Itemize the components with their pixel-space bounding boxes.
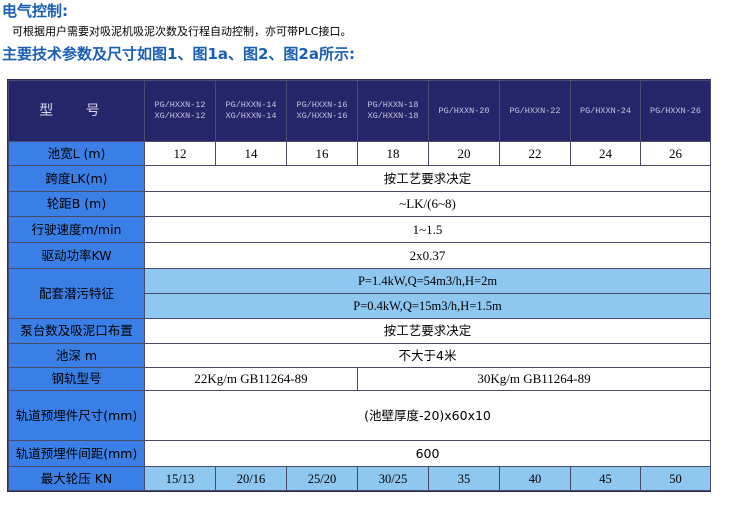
pool-width-value: 26 — [640, 141, 711, 166]
max-wheel-label: 最大轮压 KN — [8, 466, 145, 491]
embed-size-label: 轨道预埋件尺寸(mm) — [8, 390, 145, 441]
model-header-label: 型 号 — [8, 80, 145, 142]
model-cell: PG/HXXN-24 — [570, 80, 641, 142]
pool-depth-label: 池深 m — [8, 343, 145, 368]
pump-value-1: P=1.4kW,Q=54m3/h,H=2m — [144, 268, 711, 294]
model-cell: PG/HXXN-12 XG/HXXN-12 — [144, 80, 216, 142]
pump-value-2: P=0.4kW,Q=15m3/h,H=1.5m — [144, 293, 711, 319]
pool-width-value: 16 — [286, 141, 358, 166]
model-cell: PG/HXXN-18 XG/HXXN-18 — [357, 80, 429, 142]
max-wheel-value: 50 — [640, 466, 711, 491]
max-wheel-value: 45 — [570, 466, 641, 491]
drive-power-row: 驱动功率KW 2x0.37 — [8, 242, 711, 269]
electric-control-heading: 电气控制: — [2, 2, 68, 20]
pump-row-1: 配套潜污特征 P=1.4kW,Q=54m3/h,H=2m — [8, 268, 711, 319]
drive-power-value: 2x0.37 — [144, 242, 711, 269]
spec-table-wrapper: 型 号 PG/HXXN-12 XG/HXXN-12 PG/HXXN-14 XG/HX… — [7, 79, 711, 492]
model-cell: PG/HXXN-22 — [499, 80, 571, 142]
pool-depth-row: 池深 m 不大于4米 — [8, 343, 711, 368]
pump-count-value: 按工艺要求决定 — [144, 318, 711, 344]
pool-width-value: 20 — [428, 141, 500, 166]
max-wheel-value: 30/25 — [357, 466, 429, 491]
spec-table: 型 号 PG/HXXN-12 XG/HXXN-12 PG/HXXN-14 XG/HX… — [8, 80, 711, 491]
model-cell: PG/HXXN-14 XG/HXXN-14 — [215, 80, 287, 142]
pool-width-value: 24 — [570, 141, 641, 166]
pool-width-label: 池宽L (m) — [8, 141, 145, 166]
model-cell: PG/HXXN-16 XG/HXXN-16 — [286, 80, 358, 142]
embed-spacing-label: 轨道预埋件间距(mm) — [8, 440, 145, 467]
max-wheel-value: 20/16 — [215, 466, 287, 491]
pump-label: 配套潜污特征 — [8, 268, 145, 319]
span-row: 跨度LK(m) 按工艺要求决定 — [8, 165, 711, 192]
rail-value-1: 22Kg/m GB11264-89 — [144, 367, 358, 391]
electric-control-description: 可根据用户需要对吸泥机吸泥次数及行程自动控制，亦可带PLC接口。 — [12, 25, 352, 38]
max-wheel-value: 40 — [499, 466, 571, 491]
travel-speed-value: 1~1.5 — [144, 216, 711, 243]
pool-width-value: 18 — [357, 141, 429, 166]
embed-size-row: 轨道预埋件尺寸(mm) (池壁厚度-20)x60x10 — [8, 390, 711, 441]
model-cell: PG/HXXN-26 — [640, 80, 711, 142]
rail-value-2: 30Kg/m GB11264-89 — [357, 367, 711, 391]
embed-spacing-row: 轨道预埋件间距(mm) 600 — [8, 440, 711, 467]
wheelbase-value: ~LK/(6~8) — [144, 191, 711, 217]
model-header-row: 型 号 PG/HXXN-12 XG/HXXN-12 PG/HXXN-14 XG/HX… — [8, 80, 711, 142]
drive-power-label: 驱动功率KW — [8, 242, 145, 269]
model-cell: PG/HXXN-20 — [428, 80, 500, 142]
pool-width-value: 22 — [499, 141, 571, 166]
max-wheel-value: 35 — [428, 466, 500, 491]
span-value: 按工艺要求决定 — [144, 165, 711, 192]
params-heading: 主要技术参数及尺寸如图1、图1a、图2、图2a所示: — [2, 45, 355, 63]
span-label: 跨度LK(m) — [8, 165, 145, 192]
max-wheel-value: 15/13 — [144, 466, 216, 491]
pool-width-value: 14 — [215, 141, 287, 166]
pool-width-row: 池宽L (m) 12 14 16 18 20 22 24 26 — [8, 141, 711, 166]
pump-count-label: 泵台数及吸泥口布置 — [8, 318, 145, 344]
pump-count-row: 泵台数及吸泥口布置 按工艺要求决定 — [8, 318, 711, 344]
embed-spacing-value: 600 — [144, 440, 711, 467]
max-wheel-row: 最大轮压 KN 15/13 20/16 25/20 30/25 35 40 45… — [8, 466, 711, 491]
travel-speed-row: 行驶速度m/min 1~1.5 — [8, 216, 711, 243]
embed-size-value: (池壁厚度-20)x60x10 — [144, 390, 711, 441]
max-wheel-value: 25/20 — [286, 466, 358, 491]
wheelbase-label: 轮距B (m) — [8, 191, 145, 217]
pool-width-value: 12 — [144, 141, 216, 166]
rail-label: 钢轨型号 — [8, 367, 145, 391]
pool-depth-value: 不大于4米 — [144, 343, 711, 368]
rail-row: 钢轨型号 22Kg/m GB11264-89 30Kg/m GB11264-89 — [8, 367, 711, 391]
wheelbase-row: 轮距B (m) ~LK/(6~8) — [8, 191, 711, 217]
travel-speed-label: 行驶速度m/min — [8, 216, 145, 243]
